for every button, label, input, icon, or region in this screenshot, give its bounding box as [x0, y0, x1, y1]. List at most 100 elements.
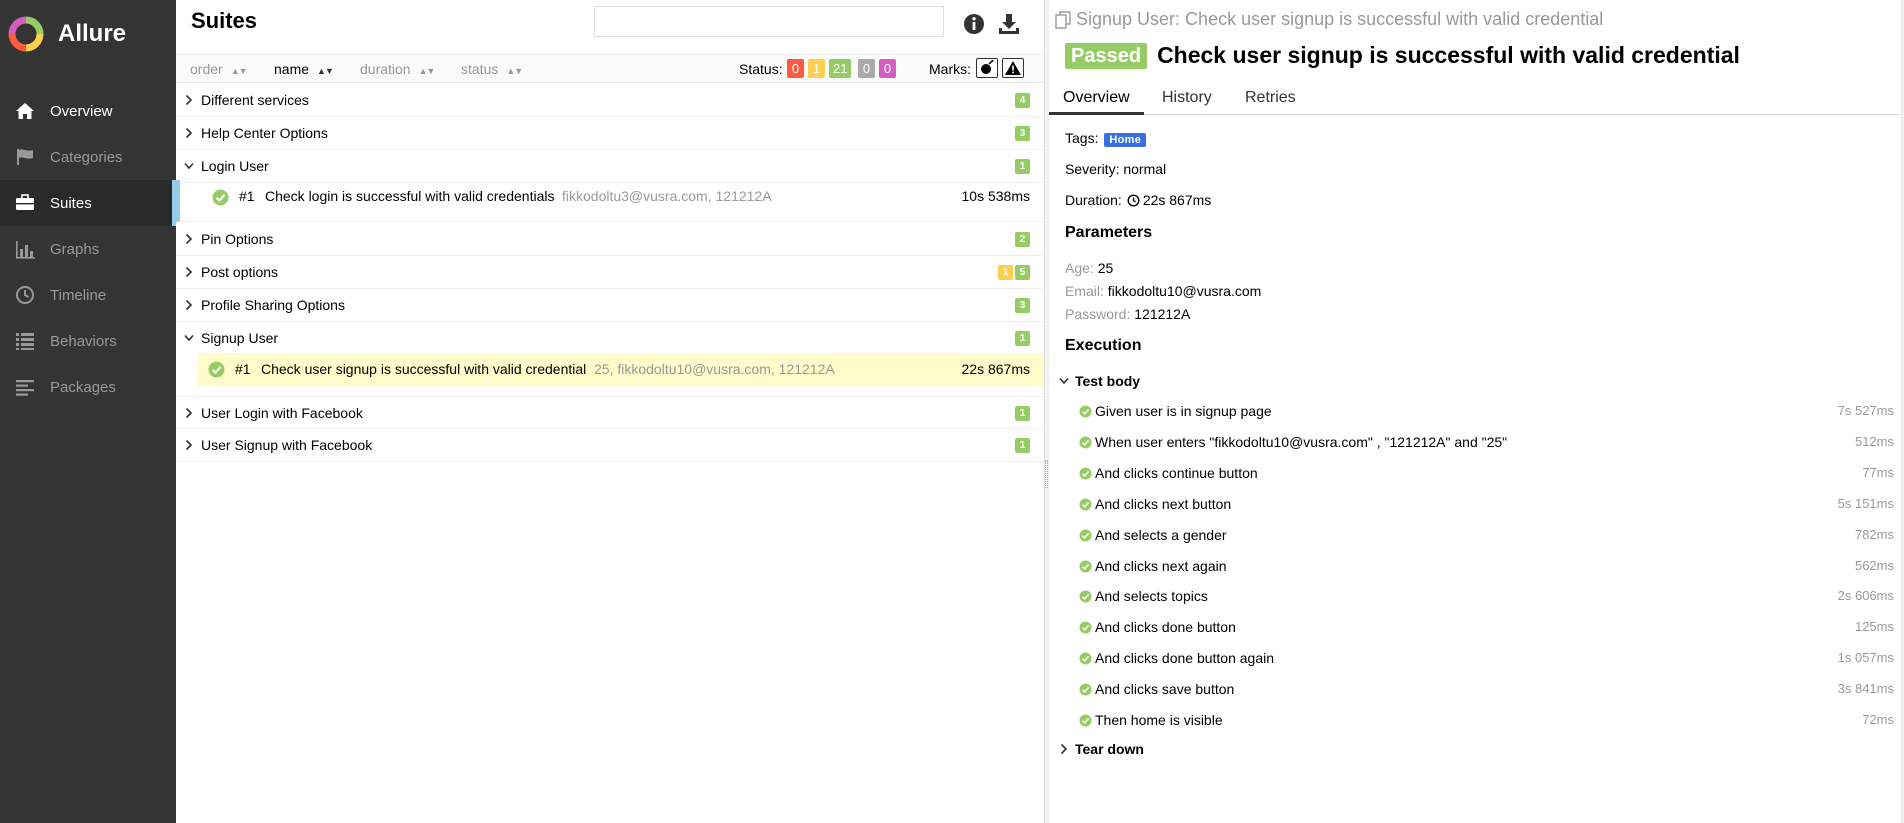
- step-row[interactable]: And clicks continue button 77ms: [1079, 459, 1894, 490]
- sort-arrows-icon: ▲▼: [317, 66, 334, 76]
- status-badge: Passed: [1065, 42, 1148, 69]
- bar-chart-icon: [14, 238, 36, 260]
- step-text: Then home is visible: [1095, 712, 1223, 728]
- download-icon[interactable]: [997, 12, 1021, 36]
- sidebar-item-categories[interactable]: Categories: [0, 134, 176, 180]
- passed-check-icon: [1079, 467, 1092, 480]
- passed-check-icon: [1079, 590, 1092, 603]
- step-row[interactable]: And clicks save button 3s 841ms: [1079, 675, 1894, 706]
- sidebar-item-behaviors[interactable]: Behaviors: [0, 318, 176, 364]
- passed-check-icon: [1079, 436, 1092, 449]
- step-duration: 512ms: [1854, 434, 1894, 449]
- passed-check-icon: [1079, 652, 1092, 665]
- suite-group[interactable]: Signup User 1: [176, 322, 1044, 355]
- step-text: And clicks next again: [1095, 558, 1227, 574]
- parameter-key: Password: [1065, 306, 1127, 322]
- suite-group[interactable]: Login User 1: [176, 150, 1044, 183]
- sort-order[interactable]: order ▲▼: [190, 61, 248, 77]
- tear-down-toggle[interactable]: Tear down: [1049, 741, 1144, 757]
- suite-group[interactable]: Post options 1 5: [176, 256, 1044, 289]
- suite-group[interactable]: User Signup with Facebook 1: [176, 429, 1044, 462]
- suite-group[interactable]: User Login with Facebook 1: [176, 396, 1044, 429]
- passed-check-icon: [1079, 683, 1092, 696]
- status-chip-passed[interactable]: 21: [829, 59, 852, 78]
- step-row[interactable]: And clicks done button 125ms: [1079, 613, 1894, 644]
- passed-count-badge: 1: [1015, 159, 1030, 174]
- severity-value: normal: [1123, 161, 1167, 177]
- step-text: And clicks continue button: [1095, 465, 1258, 481]
- test-number: #1: [235, 361, 251, 377]
- passed-check-icon: [1079, 405, 1092, 418]
- status-chip-skipped[interactable]: 0: [858, 59, 875, 78]
- tab-history[interactable]: History: [1148, 85, 1226, 115]
- suite-group[interactable]: Help Center Options 3: [176, 117, 1044, 150]
- sort-duration[interactable]: duration ▲▼: [360, 61, 435, 77]
- step-row[interactable]: And clicks next again 562ms: [1079, 552, 1894, 583]
- status-chip-unknown[interactable]: 0: [879, 59, 896, 78]
- suite-group-label: Help Center Options: [201, 125, 328, 141]
- tab-overview[interactable]: Overview: [1049, 85, 1144, 115]
- tab-retries[interactable]: Retries: [1231, 85, 1310, 115]
- sidebar: Allure Overview Categories Suites Graphs…: [0, 0, 176, 823]
- bomb-icon: [981, 60, 994, 74]
- duration-row: Duration: 22s 867ms: [1065, 192, 1211, 208]
- parameter-row: Age: 25: [1065, 260, 1114, 276]
- sidebar-item-overview[interactable]: Overview: [0, 88, 176, 134]
- search-input[interactable]: [594, 6, 944, 37]
- sidebar-item-suites[interactable]: Suites: [0, 180, 176, 226]
- step-duration: 562ms: [1854, 558, 1894, 573]
- sort-name[interactable]: name ▲▼: [274, 61, 334, 77]
- info-icon[interactable]: [962, 12, 986, 36]
- passed-count-badge: 3: [1015, 298, 1030, 313]
- step-duration: 125ms: [1854, 619, 1894, 634]
- mark-new-failed-toggle[interactable]: [1002, 58, 1024, 78]
- status-chip-failed[interactable]: 0: [787, 59, 804, 78]
- test-duration: 22s 867ms: [961, 361, 1030, 377]
- execution-heading: Execution: [1065, 337, 1142, 354]
- step-row[interactable]: And clicks done button again 1s 057ms: [1079, 644, 1894, 675]
- sidebar-item-timeline[interactable]: Timeline: [0, 272, 176, 318]
- step-text: Given user is in signup page: [1095, 403, 1272, 419]
- sidebar-item-label: Behaviors: [50, 332, 117, 350]
- step-text: And selects a gender: [1095, 527, 1227, 543]
- test-body-toggle[interactable]: Test body: [1049, 373, 1140, 389]
- step-duration: 5s 151ms: [1837, 496, 1894, 511]
- step-row[interactable]: Given user is in signup page 7s 527ms: [1079, 397, 1894, 428]
- status-filter-label: Status:: [739, 61, 783, 77]
- list-icon: [14, 330, 36, 352]
- allure-logo-icon: [8, 16, 44, 52]
- sidebar-item-packages[interactable]: Packages: [0, 364, 176, 410]
- step-row[interactable]: Then home is visible 72ms: [1079, 706, 1894, 737]
- tear-down-label: Tear down: [1075, 741, 1144, 757]
- step-row[interactable]: When user enters "fikkodoltu10@vusra.com…: [1079, 428, 1894, 459]
- splitter-grip[interactable]: [1045, 460, 1048, 488]
- suite-group-label: Pin Options: [201, 231, 274, 247]
- parameter-value: 25: [1097, 260, 1114, 276]
- mark-flaky-toggle[interactable]: [976, 58, 998, 78]
- sort-duration-label: duration: [360, 61, 411, 77]
- sort-status[interactable]: status ▲▼: [461, 61, 523, 77]
- status-chip-broken[interactable]: 1: [808, 59, 825, 78]
- step-duration: 2s 606ms: [1837, 588, 1894, 603]
- tags-row: Tags: Home: [1065, 130, 1147, 147]
- step-duration: 1s 057ms: [1837, 650, 1894, 665]
- suite-group[interactable]: Different services 4: [176, 84, 1044, 117]
- test-case-row-selected[interactable]: #1 Check user signup is successful with …: [197, 353, 1044, 386]
- breadcrumb[interactable]: Signup User: Check user signup is succes…: [1055, 9, 1603, 30]
- step-row[interactable]: And clicks next button 5s 151ms: [1079, 490, 1894, 521]
- tag-badge[interactable]: Home: [1104, 133, 1147, 147]
- suite-group-label: Login User: [201, 158, 269, 174]
- brand[interactable]: Allure: [8, 16, 126, 52]
- sidebar-item-graphs[interactable]: Graphs: [0, 226, 176, 272]
- suite-group[interactable]: Profile Sharing Options 3: [176, 289, 1044, 322]
- suite-group[interactable]: Pin Options 2: [176, 223, 1044, 256]
- sort-arrows-icon: ▲▼: [506, 66, 523, 76]
- step-row[interactable]: And selects topics 2s 606ms: [1079, 582, 1894, 613]
- step-row[interactable]: And selects a gender 782ms: [1079, 521, 1894, 552]
- chevron-down-icon: [184, 334, 194, 342]
- sidebar-item-label: Timeline: [50, 286, 107, 304]
- test-case-row[interactable]: #1 Check login is successful with valid …: [176, 180, 1044, 222]
- test-name: Check login is successful with valid cre…: [265, 188, 555, 204]
- sidebar-item-label: Suites: [50, 194, 92, 212]
- suite-group-label: Signup User: [201, 330, 279, 346]
